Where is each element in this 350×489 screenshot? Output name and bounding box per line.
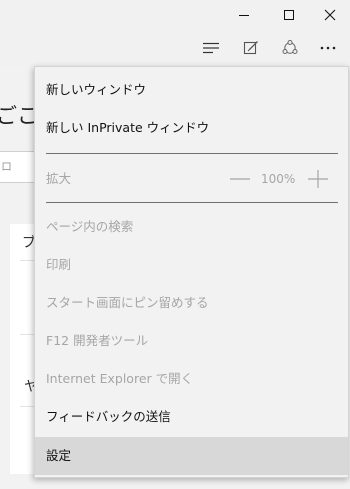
menu-item-new-inprivate-window[interactable]: 新しい InPrivate ウィンドウ [35, 109, 348, 147]
maximize-icon [284, 10, 294, 20]
menu-separator [46, 153, 338, 154]
page-search-box[interactable]: ロ [0, 151, 38, 183]
hub-icon [203, 42, 219, 54]
hub-button[interactable] [193, 30, 229, 66]
zoom-level: 100% [261, 172, 296, 186]
menu-item-find-on-page[interactable]: ページ内の検索 [35, 208, 348, 246]
more-actions-menu: 新しいウィンドウ 新しい InPrivate ウィンドウ 拡大 100% ページ… [34, 66, 349, 478]
zoom-in-button[interactable] [307, 169, 329, 189]
more-actions-icon [320, 46, 336, 50]
menu-item-open-with-ie[interactable]: Internet Explorer で開く [35, 360, 348, 398]
menu-item-settings[interactable]: 設定 [35, 437, 348, 475]
web-note-icon [243, 41, 258, 55]
menu-item-send-feedback[interactable]: フィードバックの送信 [35, 398, 348, 436]
share-button[interactable] [272, 30, 308, 66]
close-icon [324, 9, 336, 21]
menu-item-new-window[interactable]: 新しいウィンドウ [35, 71, 348, 109]
title-bar [0, 0, 350, 30]
share-icon [282, 40, 298, 54]
more-actions-button[interactable] [310, 30, 346, 66]
menu-item-f12-dev-tools[interactable]: F12 開発者ツール [35, 322, 348, 360]
zoom-label: 拡大 [46, 171, 72, 186]
browser-toolbar [0, 30, 350, 66]
maximize-button[interactable] [269, 0, 309, 30]
menu-separator [46, 202, 338, 203]
minus-icon [230, 178, 250, 180]
menu-item-print[interactable]: 印刷 [35, 246, 348, 284]
close-button[interactable] [310, 0, 350, 30]
minimize-icon [239, 15, 249, 16]
zoom-row: 拡大 100% [35, 160, 348, 198]
minimize-button[interactable] [224, 0, 264, 30]
menu-item-pin-to-start[interactable]: スタート画面にピン留めする [35, 284, 348, 322]
web-note-button[interactable] [233, 30, 269, 66]
plus-icon [308, 170, 328, 188]
zoom-out-button[interactable] [229, 169, 251, 189]
